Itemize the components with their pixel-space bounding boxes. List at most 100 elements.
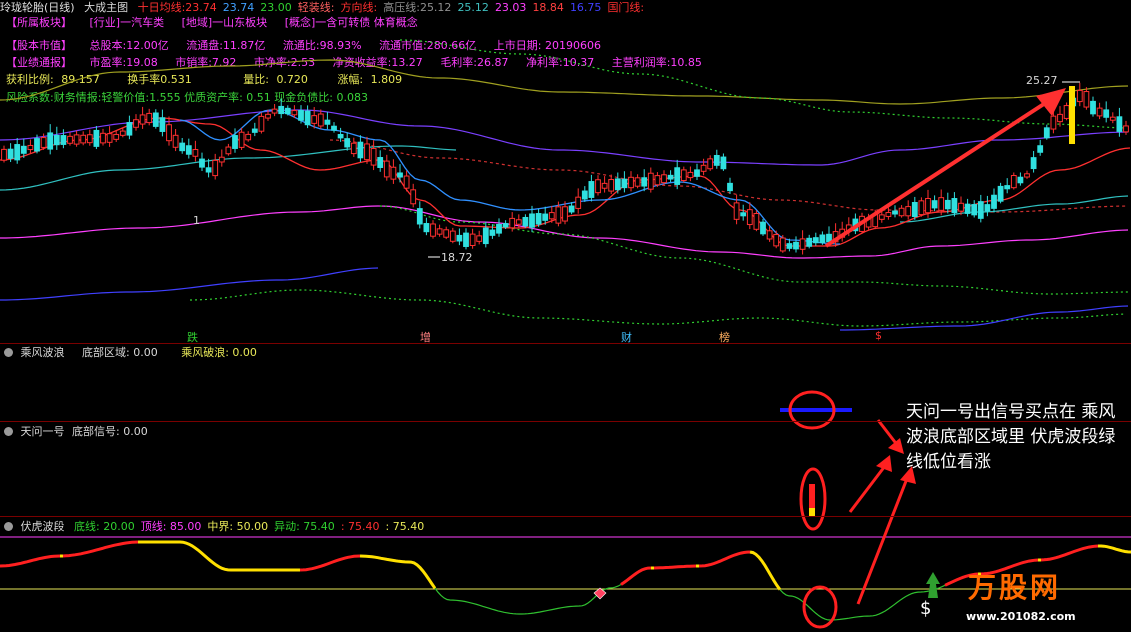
highlight-candle [1069,86,1075,144]
candle [1116,116,1123,132]
candle [753,213,760,230]
watermark-url: www.201082.com [966,610,1076,623]
candle [390,166,397,180]
fuhu-wave-segment [62,540,139,558]
candle [984,204,991,212]
candle [661,174,667,184]
candle [1123,125,1129,133]
candle [1090,100,1096,115]
collapse-toggle-icon[interactable] [4,427,13,436]
candle [819,234,826,244]
svg-text:$: $ [920,598,931,618]
candle [344,138,351,148]
candle [773,234,780,247]
candle [700,164,707,172]
candle [608,179,615,192]
candle [1,148,7,161]
candle [1017,176,1024,184]
candle [991,194,997,209]
annot-arrow-1 [848,461,890,513]
candle [20,145,27,154]
panel-chengfeng-title[interactable]: 乘风波浪 [21,346,65,359]
candle [779,237,786,252]
candle [641,177,648,187]
candle [575,196,582,209]
candle [225,146,232,155]
candle [73,134,80,145]
candle [522,216,529,227]
candle [529,213,535,228]
candle [964,203,971,214]
candle [878,214,885,220]
watermark-logo-icon: $ [916,568,950,618]
panel-tianwen-title[interactable]: 天问一号 [21,425,65,438]
candle [449,230,456,242]
candle [47,132,54,150]
candle [647,172,654,190]
band-line-10 [840,305,1129,331]
candle [694,169,700,177]
candle [997,185,1004,202]
candle [60,135,67,145]
fuhu-item-1: 顶线: 85.00 [140,520,202,533]
candle [793,241,799,250]
candle [146,112,153,124]
candle [746,209,753,226]
band-line-0 [0,59,1129,105]
candle [766,230,773,240]
panel-fuhu-header: 伏虎波段 底线: 20.00 顶线: 85.00 中界: 50.00 异动: 75.4… [4,520,424,534]
panel-separator-1 [0,343,1131,344]
candle [265,113,271,119]
candle [707,158,714,170]
candle [667,174,674,180]
candle [1004,185,1011,190]
candle [1037,145,1044,153]
candle [258,115,265,132]
low-price-label: 18.72 [441,251,473,264]
candle [133,119,139,128]
panel-tianwen-header: 天问一号 底部信号: 0.00 [4,425,148,439]
candle [944,199,951,210]
watermark-brand: 万股网 [968,571,1062,604]
candle [542,213,549,221]
candle [562,206,568,222]
candle [727,182,733,192]
candle [925,198,931,214]
panel-separator-3 [0,516,1131,517]
candle [568,205,575,213]
candle [806,237,813,247]
candle [971,204,978,216]
candle [1010,175,1017,189]
band-line-2 [399,39,1127,129]
candle [93,129,100,147]
fuhu-item-2: 中界: 50.00 [207,520,269,533]
candle [654,175,661,186]
candle [27,144,34,151]
collapse-toggle-icon[interactable] [4,348,13,357]
candle [139,114,146,125]
candle [416,208,423,225]
collapse-toggle-icon[interactable] [4,522,13,531]
candle [621,178,628,189]
candle [496,223,502,234]
candle [119,130,126,136]
tianwen-signal-tip [809,508,815,516]
candle [232,135,238,149]
candle [126,122,133,136]
candle [443,229,450,238]
candle [786,243,793,249]
candle [403,175,410,189]
panel-fuhu-title[interactable]: 伏虎波段 [21,520,65,533]
candle [370,148,377,166]
candle [595,179,601,194]
candle [251,128,258,133]
candle [588,181,595,198]
candle [548,212,555,220]
band-line-8 [0,267,379,301]
fuhu-wave-segment [299,554,361,572]
kline-chart[interactable] [0,0,1131,632]
candle [680,169,687,181]
candle [469,233,476,246]
candle [1096,107,1103,117]
candle [271,108,278,114]
